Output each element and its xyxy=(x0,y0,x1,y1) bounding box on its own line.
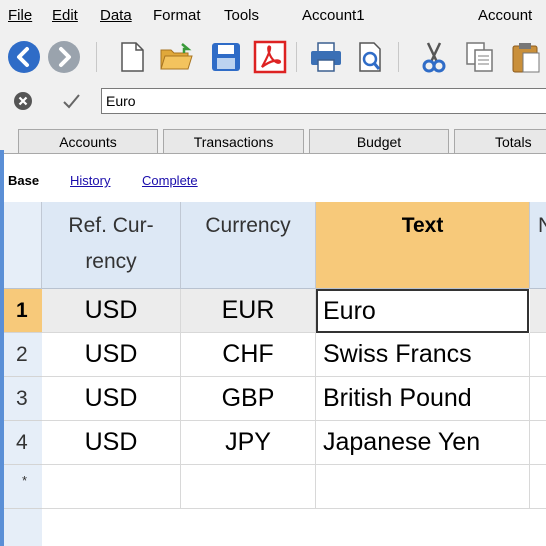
tab-accounts-label: Accounts xyxy=(59,133,117,150)
paste-icon[interactable] xyxy=(506,37,546,77)
menu-format[interactable]: Format xyxy=(153,7,201,24)
cell-ref-currency[interactable]: USD xyxy=(42,421,181,465)
menu-tools[interactable]: Tools xyxy=(224,7,259,24)
pdf-icon[interactable] xyxy=(250,37,290,77)
menu-account-label: Account xyxy=(478,7,533,24)
column-header-ref-currency-line2: rency xyxy=(85,250,137,273)
cell-text-active[interactable]: Euro xyxy=(316,289,529,333)
toolbar xyxy=(0,32,546,82)
cell-currency[interactable]: CHF xyxy=(181,333,316,377)
print-icon[interactable] xyxy=(306,37,346,77)
open-folder-icon[interactable] xyxy=(156,37,196,77)
print-preview-icon[interactable] xyxy=(352,37,392,77)
tab-budget[interactable]: Budget xyxy=(309,129,449,154)
cell-text[interactable]: British Pound xyxy=(316,377,530,421)
cell-currency[interactable]: JPY xyxy=(181,421,316,465)
header-corner xyxy=(0,202,42,289)
column-header-ref-currency[interactable]: Ref. Cur- rency xyxy=(42,202,181,289)
menu-account[interactable]: Account xyxy=(478,7,532,24)
cell-currency[interactable]: GBP xyxy=(181,377,316,421)
cell-next-new[interactable] xyxy=(530,465,546,509)
menu-account1-label: Account1 xyxy=(302,7,365,24)
cell-ref-currency[interactable]: USD xyxy=(42,333,181,377)
column-header-text[interactable]: Text xyxy=(316,202,530,289)
menu-file[interactable]: File xyxy=(8,7,32,24)
tab-totals-label: Totals xyxy=(495,133,532,150)
menu-tools-label: Tools xyxy=(224,7,260,24)
row-number[interactable]: 3 xyxy=(0,377,42,421)
row-header-empty xyxy=(0,509,42,546)
cell-next[interactable] xyxy=(530,289,546,333)
menu-edit[interactable]: Edit xyxy=(52,7,78,24)
toolbar-separator xyxy=(296,42,297,72)
toolbar-separator xyxy=(96,42,97,72)
cell-next[interactable] xyxy=(530,377,546,421)
tab-totals[interactable]: Totals xyxy=(454,129,546,154)
tab-accounts[interactable]: Accounts xyxy=(18,129,158,154)
view-selector: Base History Complete xyxy=(0,154,546,202)
row-number[interactable]: 4 xyxy=(0,421,42,465)
forward-icon[interactable] xyxy=(44,37,84,77)
row-number[interactable]: 1 xyxy=(0,289,42,333)
column-header-next-label: N xyxy=(538,214,546,237)
menu-bar: File Edit Data Format Tools Account1 Acc… xyxy=(0,0,546,32)
cell-ref-currency[interactable]: USD xyxy=(42,289,181,333)
menu-format-label: Format xyxy=(153,7,201,24)
column-header-next[interactable]: N xyxy=(530,202,546,289)
menu-data-label: Data xyxy=(100,7,132,24)
cell-text[interactable]: Japanese Yen xyxy=(316,421,530,465)
cell-ref-currency-new[interactable] xyxy=(42,465,181,509)
menu-account1[interactable]: Account1 xyxy=(302,7,365,24)
cell-edit-input[interactable] xyxy=(101,88,546,114)
tab-strip: Accounts Transactions Budget Totals xyxy=(0,120,546,154)
view-history[interactable]: History xyxy=(70,173,110,188)
column-header-text-label: Text xyxy=(401,214,444,237)
cell-text-new[interactable] xyxy=(316,465,530,509)
formula-bar xyxy=(0,82,546,120)
cancel-edit-icon[interactable] xyxy=(10,88,36,114)
view-base[interactable]: Base xyxy=(8,173,39,188)
menu-data[interactable]: Data xyxy=(100,7,132,24)
toolbar-separator xyxy=(398,42,399,72)
column-header-currency[interactable]: Currency xyxy=(181,202,316,289)
confirm-edit-icon[interactable] xyxy=(58,88,84,114)
tab-budget-label: Budget xyxy=(356,133,402,150)
currency-table: Ref. Cur- rency Currency Text N 1 USD EU… xyxy=(0,202,546,546)
cell-ref-currency[interactable]: USD xyxy=(42,377,181,421)
menu-file-label: File xyxy=(8,7,33,24)
cell-text[interactable]: Swiss Francs xyxy=(316,333,530,377)
new-row-marker[interactable]: * xyxy=(0,465,42,509)
cell-currency[interactable]: EUR xyxy=(181,289,316,333)
tab-transactions-label: Transactions xyxy=(193,133,274,150)
cell-next[interactable] xyxy=(530,421,546,465)
copy-icon[interactable] xyxy=(460,37,500,77)
column-header-currency-label: Currency xyxy=(205,214,291,237)
cut-icon[interactable] xyxy=(414,37,454,77)
row-number[interactable]: 2 xyxy=(0,333,42,377)
save-icon[interactable] xyxy=(206,37,246,77)
view-complete[interactable]: Complete xyxy=(142,173,198,188)
window-left-border xyxy=(0,150,4,546)
new-file-icon[interactable] xyxy=(112,37,152,77)
cell-next[interactable] xyxy=(530,333,546,377)
menu-edit-label: Edit xyxy=(52,7,78,24)
tab-transactions[interactable]: Transactions xyxy=(163,129,304,154)
column-header-ref-currency-line1: Ref. Cur- xyxy=(68,214,154,237)
cell-currency-new[interactable] xyxy=(181,465,316,509)
back-icon[interactable] xyxy=(4,37,44,77)
